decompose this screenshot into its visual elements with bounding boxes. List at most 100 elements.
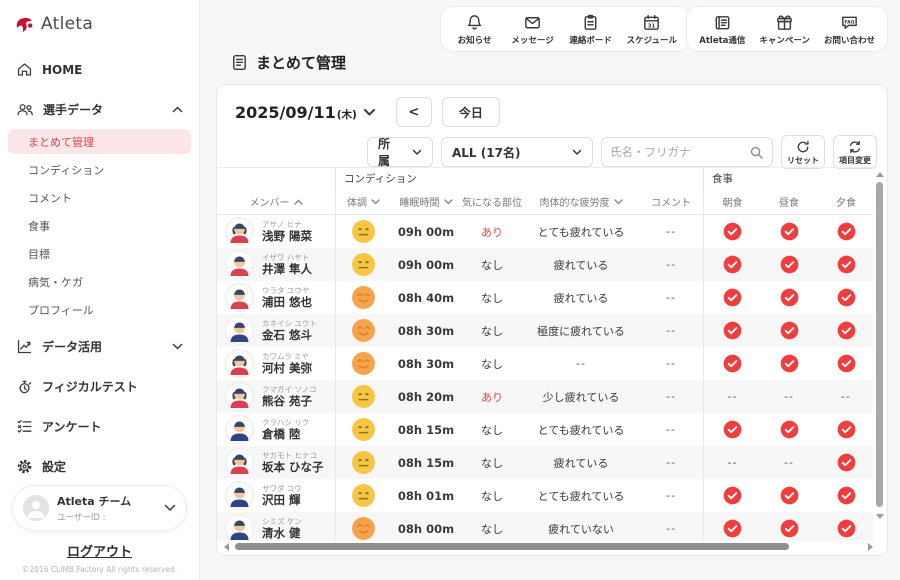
topnav-label: スケジュール xyxy=(627,34,677,46)
empty-value: -- xyxy=(666,522,676,535)
scroll-left-arrow[interactable] xyxy=(221,542,231,552)
sidebar-subitem-condition[interactable]: コンディション xyxy=(8,157,191,182)
meal-check-icon xyxy=(780,321,799,340)
member-cell[interactable]: クラハシ リク倉橋 陸 xyxy=(217,413,335,446)
empty-value: -- xyxy=(666,390,676,403)
topnav-item-campaign[interactable]: キャンペーン xyxy=(759,13,810,46)
meal-breakfast-cell: -- xyxy=(703,446,761,479)
subitem-label: 目標 xyxy=(28,246,50,262)
column-header-lunch: 昼食 xyxy=(761,189,817,214)
sidebar-item-label: 設定 xyxy=(42,458,66,475)
vertical-scrollbar-thumb[interactable] xyxy=(876,182,883,507)
sidebar-subitem-meal[interactable]: 食事 xyxy=(8,213,191,238)
member-cell[interactable]: イザワ ハヤト井澤 隼人 xyxy=(217,248,335,281)
reset-button[interactable]: リセット xyxy=(781,135,825,169)
sidebar-item-data-use[interactable]: データ活用 xyxy=(0,331,199,362)
topnav-item-message[interactable]: メッセージ xyxy=(511,13,555,46)
sidebar-item-label: データ活用 xyxy=(42,338,102,355)
column-header-fatigue[interactable]: 肉体的な疲労度 xyxy=(523,189,639,214)
search-icon[interactable] xyxy=(749,145,764,160)
department-select[interactable]: 所属 xyxy=(367,137,433,167)
user-account-card[interactable]: Atleta チーム ユーザーID : xyxy=(12,485,187,531)
meal-check-icon xyxy=(837,255,856,274)
vertical-scrollbar[interactable] xyxy=(875,169,885,539)
sidebar-subitem-comment[interactable]: コメント xyxy=(8,185,191,210)
member-cell[interactable]: カワムラ ミヤ河村 美弥 xyxy=(217,347,335,380)
table-row[interactable]: カネイシ ユウト金石 悠斗08h 30mなし極度に疲れている-- xyxy=(217,314,873,347)
member-filter-select[interactable]: ALL (17名) xyxy=(441,137,593,167)
horizontal-scrollbar-thumb[interactable] xyxy=(235,543,789,550)
meal-check-icon xyxy=(780,354,799,373)
topnav-item-contact[interactable]: FAQ お問い合わせ xyxy=(824,13,875,46)
scroll-right-arrow[interactable] xyxy=(865,542,875,552)
table-row[interactable]: クラハシ リク倉橋 陸08h 15mなしとても疲れている-- xyxy=(217,413,873,446)
table-row[interactable]: アサノ ヒナ浅野 陽菜09h 00mありとても疲れている-- xyxy=(217,215,873,248)
sidebar-item-settings[interactable]: 設定 xyxy=(0,451,199,482)
sidebar-subitem-injury[interactable]: 病気・ケガ xyxy=(8,269,191,294)
meal-lunch-cell xyxy=(761,314,817,347)
mood-neutral-icon xyxy=(351,450,376,475)
member-cell[interactable]: ウラタ ユウヤ浦田 悠也 xyxy=(217,281,335,314)
sidebar-item-survey[interactable]: アンケート xyxy=(0,411,199,442)
table-row[interactable]: カワムラ ミヤ河村 美弥08h 30mなし---- xyxy=(217,347,873,380)
scroll-down-arrow[interactable] xyxy=(875,511,885,521)
topnav-item-schedule[interactable]: 31 スケジュール xyxy=(627,13,677,46)
sidebar-item-physical-test[interactable]: フィジカルテスト xyxy=(0,371,199,402)
member-cell[interactable]: カネイシ ユウト金石 悠斗 xyxy=(217,314,335,347)
mood-smile-icon xyxy=(351,318,376,343)
home-icon xyxy=(16,61,33,78)
column-header-sleep[interactable]: 睡眠時間 xyxy=(391,189,461,214)
table-row[interactable]: ウラタ ユウヤ浦田 悠也08h 40mなし疲れている-- xyxy=(217,281,873,314)
table-row[interactable]: サカモト ヒナコ坂本 ひな子08h 15mなし疲れている------ xyxy=(217,446,873,479)
scroll-up-arrow[interactable] xyxy=(875,169,885,179)
column-header-mood[interactable]: 体調 xyxy=(335,189,391,214)
meal-lunch-cell xyxy=(761,413,817,446)
app-logo[interactable]: Atleta xyxy=(0,0,199,45)
column-header-member[interactable]: メンバー xyxy=(217,189,335,214)
chevron-down-icon[interactable] xyxy=(363,108,376,117)
subitem-label: コメント xyxy=(28,190,72,206)
part-cell: なし xyxy=(461,446,523,479)
topnav-item-notice[interactable]: お知らせ xyxy=(453,13,497,46)
prev-day-button[interactable]: < xyxy=(396,97,432,127)
search-input[interactable] xyxy=(610,145,749,159)
table-row[interactable]: サワダ コウ沢田 輝08h 01mなしとても疲れている-- xyxy=(217,479,873,512)
meal-lunch-cell xyxy=(761,512,817,541)
empty-value: -- xyxy=(784,456,794,469)
sleep-cell: 08h 30m xyxy=(391,347,461,380)
sidebar-item-home[interactable]: HOME xyxy=(0,54,199,85)
logout-link[interactable]: ログアウト xyxy=(67,541,132,560)
topnav-label: お問い合わせ xyxy=(824,34,875,46)
member-cell[interactable]: シミズ ケン清水 健 xyxy=(217,512,335,541)
meal-dinner-cell xyxy=(817,248,873,281)
member-name: 河村 美弥 xyxy=(262,361,312,375)
member-cell[interactable]: サワダ コウ沢田 輝 xyxy=(217,479,335,512)
column-label: 夕食 xyxy=(836,194,856,209)
table-row[interactable]: イザワ ハヤト井澤 隼人09h 00mなし疲れている-- xyxy=(217,248,873,281)
member-cell[interactable]: アサノ ヒナ浅野 陽菜 xyxy=(217,215,335,248)
table-row[interactable]: シミズ ケン清水 健08h 00mなし疲れていない-- xyxy=(217,512,873,541)
sidebar-item-player-data[interactable]: 選手データ xyxy=(0,94,199,125)
sidebar-subitem-matomete-kanri[interactable]: まとめて管理 xyxy=(8,129,191,154)
topnav-item-board[interactable]: 連絡ボード xyxy=(569,13,613,46)
table-row[interactable]: クマガイ ソノコ熊谷 苑子08h 20mあり少し疲れている-------- xyxy=(217,380,873,413)
topnav-group-support: Atleta通信 キャンペーン FAQ お問い合わせ xyxy=(686,6,888,52)
topnav-item-atleta-news[interactable]: Atleta通信 xyxy=(699,13,745,46)
players-icon xyxy=(16,102,34,118)
meal-lunch-cell: -- xyxy=(761,446,817,479)
member-cell[interactable]: サカモト ヒナコ坂本 ひな子 xyxy=(217,446,335,479)
horizontal-scrollbar[interactable] xyxy=(223,542,867,552)
empty-value: -- xyxy=(841,390,851,403)
today-button[interactable]: 今日 xyxy=(442,97,500,127)
sidebar-subitem-goal[interactable]: 目標 xyxy=(8,241,191,266)
part-cell: なし xyxy=(461,347,523,380)
fatigue-cell: とても疲れている xyxy=(523,479,639,512)
sidebar: Atleta HOME 選手データ まとめて管理 コンディション xyxy=(0,0,200,580)
member-cell[interactable]: クマガイ ソノコ熊谷 苑子 xyxy=(217,380,335,413)
change-items-button[interactable]: 項目変更 xyxy=(833,135,877,169)
sidebar-subitem-profile[interactable]: プロフィール xyxy=(8,297,191,322)
meal-check-icon xyxy=(837,486,856,505)
member-avatar xyxy=(225,481,254,510)
date-picker[interactable]: 2025/09/11(木) xyxy=(235,103,357,122)
meal-dinner-cell xyxy=(817,479,873,512)
